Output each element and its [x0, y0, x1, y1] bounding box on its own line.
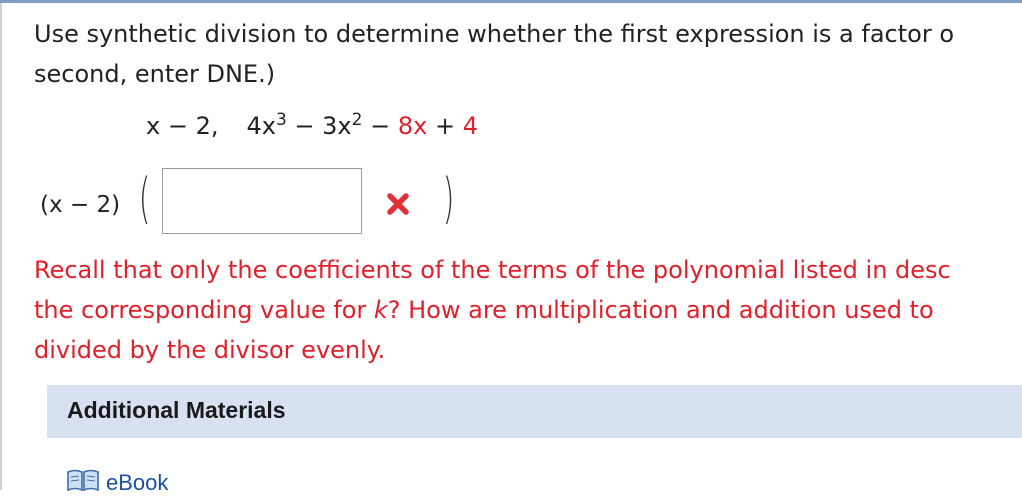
poly-exp-2: 2: [351, 110, 363, 130]
answer-divisor-label: (x − 2): [40, 192, 121, 218]
additional-materials-header: Additional Materials: [47, 385, 1022, 438]
divisor-expression: x − 2,: [146, 112, 219, 140]
question-line-1: Use synthetic division to determine whet…: [34, 20, 955, 48]
poly-term-3: 8x: [397, 112, 428, 140]
incorrect-x-icon: [387, 193, 409, 215]
feedback-line-2: the corresponding value for k? How are m…: [34, 290, 951, 330]
feedback-line-2-b: ? How are multiplication and addition us…: [387, 296, 934, 324]
close-paren: ): [442, 167, 455, 230]
poly-term-4: 4: [462, 112, 478, 140]
left-rule: [0, 3, 2, 490]
feedback-line-2-a: the corresponding value for: [34, 296, 374, 324]
feedback-k-variable: k: [373, 296, 388, 324]
poly-term-2: − 3x: [286, 112, 352, 140]
ebook-link[interactable]: eBook: [106, 470, 168, 496]
quotient-answer-input[interactable]: [162, 168, 362, 234]
top-rule: [0, 0, 1022, 3]
question-line-2: second, enter DNE.): [34, 60, 276, 88]
poly-term-1: 4x: [246, 112, 276, 140]
open-book-icon: [67, 469, 99, 492]
poly-op-3: +: [427, 112, 463, 140]
feedback-line-1: Recall that only the coefficients of the…: [34, 256, 951, 284]
poly-op-2: −: [362, 112, 398, 140]
open-paren: (: [138, 167, 151, 230]
question-block: Use synthetic division to determine whet…: [34, 14, 1022, 94]
feedback-message: Recall that only the coefficients of the…: [34, 250, 951, 370]
feedback-line-3: divided by the divisor evenly.: [34, 336, 386, 364]
expression-line: x − 2, 4x3 − 3x2 − 8x + 4: [146, 110, 478, 141]
poly-exp-1: 3: [275, 110, 287, 130]
additional-materials-title: Additional Materials: [67, 397, 286, 423]
